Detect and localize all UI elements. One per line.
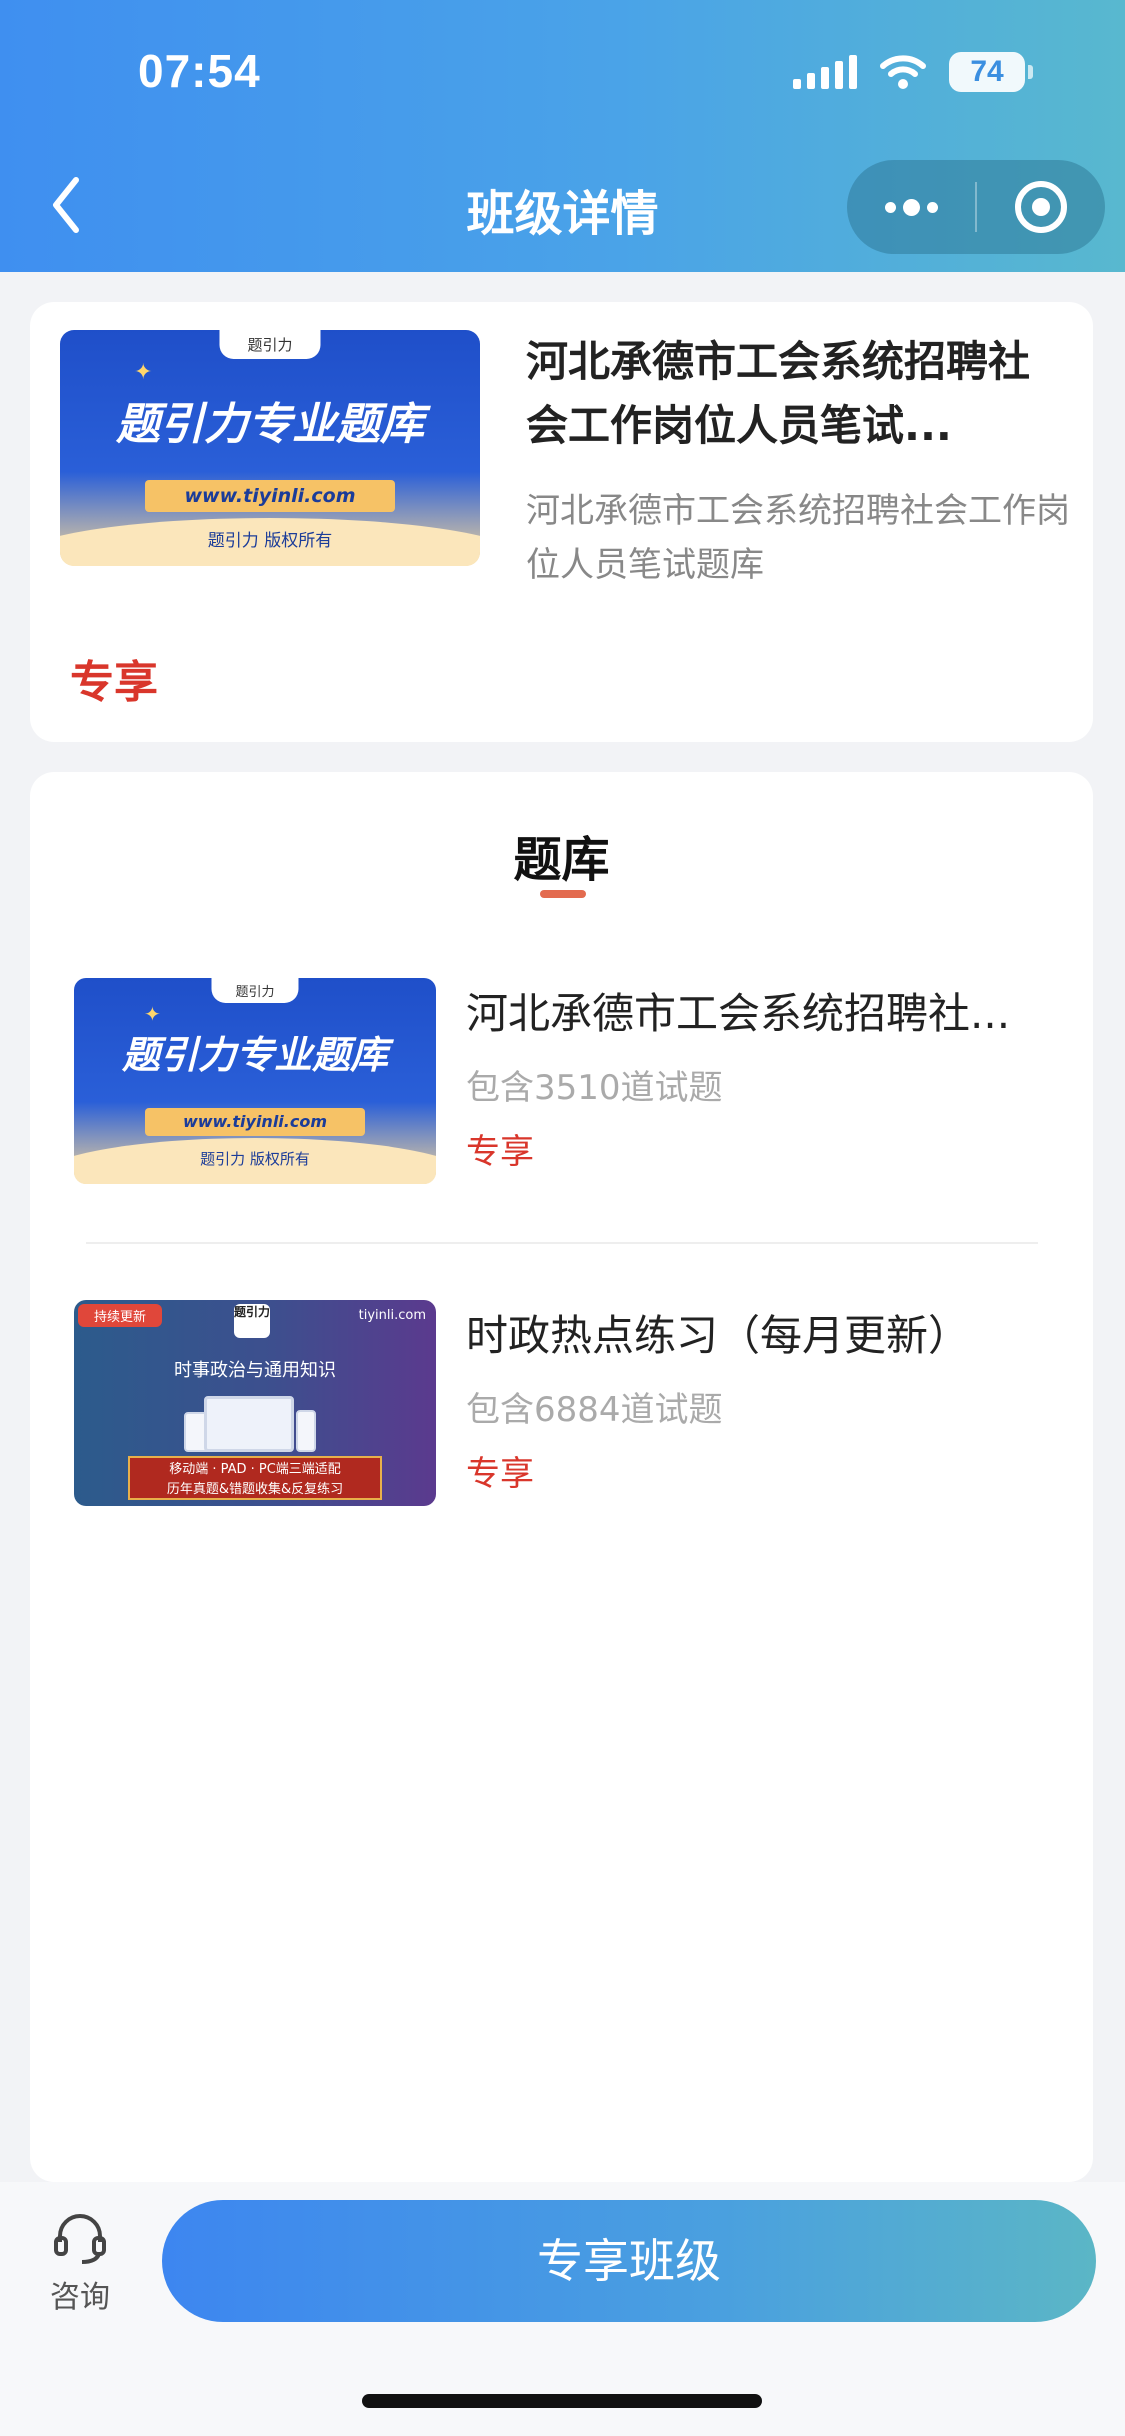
- list-divider: [86, 1242, 1038, 1244]
- star-icon: ✦: [134, 360, 153, 385]
- more-options-button[interactable]: [847, 160, 975, 254]
- home-indicator: [362, 2394, 762, 2408]
- monitor-graphic: [204, 1396, 294, 1452]
- close-mini-program-button[interactable]: [977, 160, 1105, 254]
- consult-button[interactable]: 咨询: [44, 2212, 116, 2316]
- status-indicators: 74: [793, 52, 1033, 92]
- wifi-icon: [880, 55, 926, 89]
- cellular-signal-icon: [793, 55, 857, 89]
- feature-line-2: 历年真题&错题收集&反复练习: [166, 1482, 344, 1497]
- bank-title: 河北承德市工会系统招聘社...: [466, 989, 1011, 1038]
- exclusive-badge: 专享: [466, 1454, 534, 1494]
- banner-url: www.tiyinli.com: [145, 1108, 365, 1136]
- mini-program-capsule: [847, 160, 1105, 254]
- course-title: 河北承德市工会系统招聘社会工作岗位人员笔试...: [526, 337, 1031, 450]
- status-time: 07:54: [138, 45, 261, 97]
- list-item[interactable]: 持续更新 题引力 tiyinli.com 时事政治与通用知识 移动端 · PAD…: [30, 1300, 1093, 1506]
- star-icon: ✦: [144, 1002, 161, 1026]
- course-cover-image: ✦ 题引力 题引力专业题库 www.tiyinli.com 题引力 版权所有: [60, 330, 480, 566]
- banner-tag: 题引力: [211, 978, 299, 1003]
- banner-copyright: 题引力 版权所有: [207, 531, 333, 551]
- update-pill: 持续更新: [78, 1304, 163, 1327]
- brand-logo: 题引力: [234, 1304, 270, 1338]
- battery-icon: 74: [949, 52, 1033, 92]
- bank-thumbnail: ✦ 题引力 题引力专业题库 www.tiyinli.com 题引力 版权所有: [74, 978, 436, 1184]
- exclusive-badge: 专享: [70, 657, 158, 708]
- feature-line-1: 移动端 · PAD · PC端三端适配: [169, 1462, 341, 1477]
- question-count: 包含3510道试题: [466, 1068, 723, 1108]
- thumb-heading: 时事政治与通用知识: [174, 1360, 336, 1381]
- exclusive-class-button[interactable]: 专享班级: [162, 2200, 1096, 2322]
- section-title: 题库: [513, 832, 610, 888]
- course-info-card: ✦ 题引力 题引力专业题库 www.tiyinli.com 题引力 版权所有 河…: [30, 302, 1093, 742]
- banner-tag: 题引力: [219, 330, 321, 359]
- bank-title: 时政热点练习（每月更新）: [466, 1311, 971, 1360]
- question-count: 包含6884道试题: [466, 1390, 723, 1430]
- exclusive-badge: 专享: [466, 1132, 534, 1172]
- more-dots-icon: [884, 198, 938, 216]
- banner-url: www.tiyinli.com: [145, 480, 395, 512]
- feature-box: 移动端 · PAD · PC端三端适配 历年真题&错题收集&反复练习: [128, 1456, 382, 1500]
- site-label: tiyinli.com: [358, 1308, 426, 1323]
- section-underline: [540, 890, 586, 898]
- course-description: 河北承德市工会系统招聘社会工作岗位人员笔试题库: [526, 491, 1070, 585]
- target-close-icon: [1014, 181, 1067, 233]
- banner-copyright: 题引力 版权所有: [200, 1150, 310, 1168]
- headset-icon: [54, 2214, 106, 2264]
- list-item[interactable]: ✦ 题引力 题引力专业题库 www.tiyinli.com 题引力 版权所有 河…: [30, 978, 1093, 1184]
- question-bank-card: 题库 ✦ 题引力 题引力专业题库 www.tiyinli.com 题引力 版权所…: [30, 772, 1093, 2182]
- banner-headline: 题引力专业题库: [116, 399, 424, 450]
- top-navigation-bar: 07:54 74 班级详情: [0, 0, 1125, 272]
- banner-headline: 题引力专业题库: [121, 1033, 388, 1077]
- consult-label: 咨询: [50, 2280, 110, 2315]
- phone-graphic: [296, 1410, 316, 1452]
- bank-thumbnail: 持续更新 题引力 tiyinli.com 时事政治与通用知识 移动端 · PAD…: [74, 1300, 436, 1506]
